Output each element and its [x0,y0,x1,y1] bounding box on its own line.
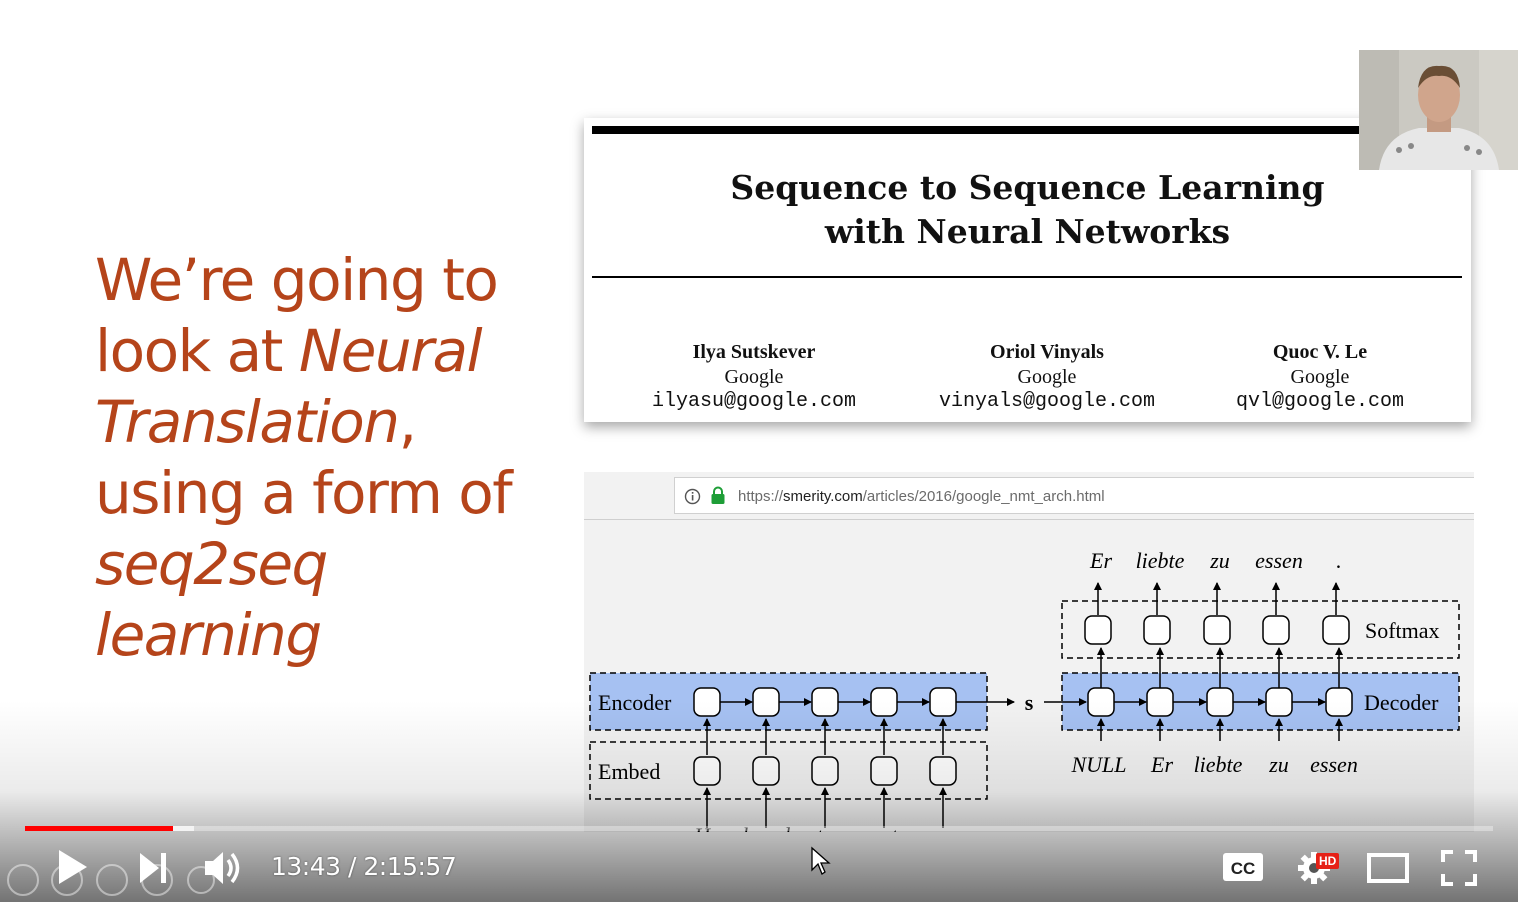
softmax-cell [1262,615,1290,645]
slide-heading: We’re going to look at Neural Translation,… [95,245,565,671]
output-word: essen [1255,548,1303,573]
paper-title-card: Sequence to Sequence Learning with Neura… [584,118,1471,422]
heading-line-4: using a form of [95,459,513,527]
paper-title: Sequence to Sequence Learning with Neura… [730,168,1325,251]
heading-emphasis: Neural [298,317,483,385]
lock-icon [711,486,725,504]
time-display: 13:43 / 2:15:57 [271,852,457,881]
hd-badge: HD [1316,853,1340,869]
presenter-video [1359,50,1518,170]
heading-line-1: We’re going to [95,246,499,314]
browser-address-bar: https://smerity.com/articles/2016/google… [584,472,1474,520]
presenter-webcam [1359,50,1518,170]
cc-icon[interactable]: CC [1222,850,1264,884]
cc-icon-label: CC [1231,859,1256,878]
output-word: Er [1089,548,1112,573]
heading-line-5: seq2seq [95,530,328,598]
heading-line-3: Translation, [95,388,417,456]
url-text: https://smerity.com/articles/2016/google… [738,488,1105,505]
softmax-label: Softmax [1365,618,1440,643]
title-rule [592,276,1462,278]
progress-bar[interactable] [25,826,1493,831]
output-word: zu [1209,548,1230,573]
top-rule [592,126,1462,134]
output-word: . [1336,548,1342,573]
softmax-cell [1143,615,1171,645]
fullscreen-icon[interactable] [1440,849,1478,887]
info-icon[interactable] [684,488,701,505]
heading-line-6: learning [95,601,322,669]
author-3: Quoc V. Le Google qvl@google.com [1235,341,1405,413]
theater-mode-icon[interactable] [1366,852,1410,884]
heading-emphasis: Translation [95,388,400,456]
author-2: Oriol Vinyals Google vinyals@google.com [938,341,1156,413]
softmax-cell [1322,615,1350,645]
slide-nav-icons [7,864,215,896]
mouse-cursor-icon [811,846,831,875]
progress-played [25,826,173,831]
softmax-cell [1084,615,1112,645]
url-field[interactable]: https://smerity.com/articles/2016/google… [674,477,1474,514]
output-word: liebte [1136,548,1185,573]
heading-line-2: look at Neural [95,317,483,385]
softmax-cell [1203,615,1231,645]
author-1: Ilya Sutskever Google ilyasu@google.com [651,341,857,413]
